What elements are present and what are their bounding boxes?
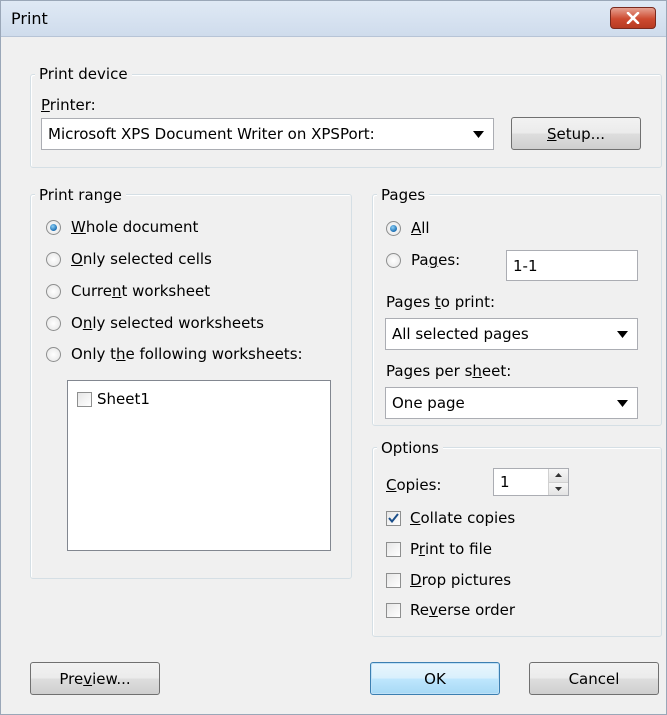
radio-label: Whole document [71, 218, 199, 236]
radio-button[interactable] [46, 283, 61, 299]
window-title: Print [11, 9, 48, 28]
radio-label: Only selected worksheets [71, 314, 265, 332]
pages-range-value: 1-1 [513, 256, 538, 275]
checkbox[interactable] [386, 572, 401, 588]
pages-to-print-label: Pages to print: [386, 293, 496, 311]
print-range-label: Print range [35, 186, 126, 204]
printer-select[interactable]: Microsoft XPS Document Writer on XPSPort… [41, 118, 494, 150]
radio-only-selected-worksheets[interactable]: Only selected worksheets [46, 312, 264, 334]
print-dialog: Print Print device Printer: Microsoft XP… [0, 0, 667, 715]
pages-label: Pages [377, 186, 430, 204]
checkbox[interactable] [77, 391, 92, 407]
pages-per-sheet-value: One page [392, 394, 465, 412]
printer-label: Printer: [41, 96, 96, 114]
checkbox[interactable] [386, 541, 401, 557]
radio-label: Only the following worksheets: [71, 345, 303, 363]
checkbox-collate-copies[interactable]: Collate copies [386, 507, 515, 529]
pages-per-sheet-label: Pages per sheet: [386, 362, 512, 380]
copies-spinner[interactable] [548, 469, 568, 495]
radio-button[interactable] [46, 219, 61, 235]
chevron-down-icon[interactable] [607, 388, 637, 418]
radio-pages-range[interactable]: Pages: [386, 249, 460, 271]
pages-per-sheet-select[interactable]: One page [385, 387, 638, 419]
pages-to-print-select[interactable]: All selected pages [385, 318, 638, 350]
checkbox-print-to-file[interactable]: Print to file [386, 538, 492, 560]
radio-only-following-worksheets[interactable]: Only the following worksheets: [46, 343, 303, 365]
radio-label: All [411, 219, 430, 237]
spin-down-icon[interactable] [549, 481, 568, 495]
spin-up-icon[interactable] [549, 469, 568, 482]
radio-whole-document[interactable]: Whole document [46, 216, 198, 238]
checkbox-label: Collate copies [410, 509, 516, 527]
radio-button[interactable] [46, 251, 61, 267]
radio-label: Only selected cells [71, 250, 212, 268]
radio-only-selected-cells[interactable]: Only selected cells [46, 248, 212, 270]
check-icon [388, 513, 399, 523]
setup-button[interactable]: Setup... [511, 117, 641, 150]
list-item-sheet1[interactable]: Sheet1 [77, 388, 150, 410]
title-bar[interactable]: Print [1, 1, 666, 37]
copies-input[interactable]: 1 [493, 468, 569, 496]
chevron-down-icon[interactable] [463, 119, 493, 149]
worksheets-list[interactable]: Sheet1 [67, 380, 331, 551]
worksheet-label: Sheet1 [97, 390, 150, 408]
options-label: Options [377, 439, 443, 457]
checkbox-drop-pictures[interactable]: Drop pictures [386, 569, 511, 591]
checkbox-label: Print to file [410, 540, 492, 558]
copies-label: Copies: [386, 476, 442, 494]
checkbox-reverse-order[interactable]: Reverse order [386, 599, 515, 621]
radio-button[interactable] [386, 220, 401, 236]
pages-to-print-value: All selected pages [392, 325, 529, 343]
radio-button[interactable] [46, 346, 61, 362]
radio-pages-all[interactable]: All [386, 217, 430, 239]
checkbox[interactable] [386, 602, 401, 618]
radio-current-worksheet[interactable]: Current worksheet [46, 280, 210, 302]
checkbox[interactable] [386, 510, 401, 526]
radio-label: Current worksheet [71, 282, 211, 300]
close-button[interactable] [610, 7, 656, 29]
radio-button[interactable] [46, 315, 61, 331]
checkbox-label: Drop pictures [410, 571, 512, 589]
radio-button[interactable] [386, 252, 401, 268]
cancel-button[interactable]: Cancel [529, 662, 659, 695]
pages-range-input[interactable]: 1-1 [506, 250, 638, 281]
preview-button[interactable]: Preview... [30, 662, 160, 695]
chevron-down-icon[interactable] [607, 319, 637, 349]
radio-label: Pages: [411, 251, 461, 269]
printer-select-value: Microsoft XPS Document Writer on XPSPort… [48, 125, 375, 143]
print-device-label: Print device [35, 65, 132, 83]
close-icon [626, 12, 640, 24]
ok-button[interactable]: OK [370, 662, 500, 695]
copies-value: 1 [500, 473, 510, 491]
checkbox-label: Reverse order [410, 601, 516, 619]
